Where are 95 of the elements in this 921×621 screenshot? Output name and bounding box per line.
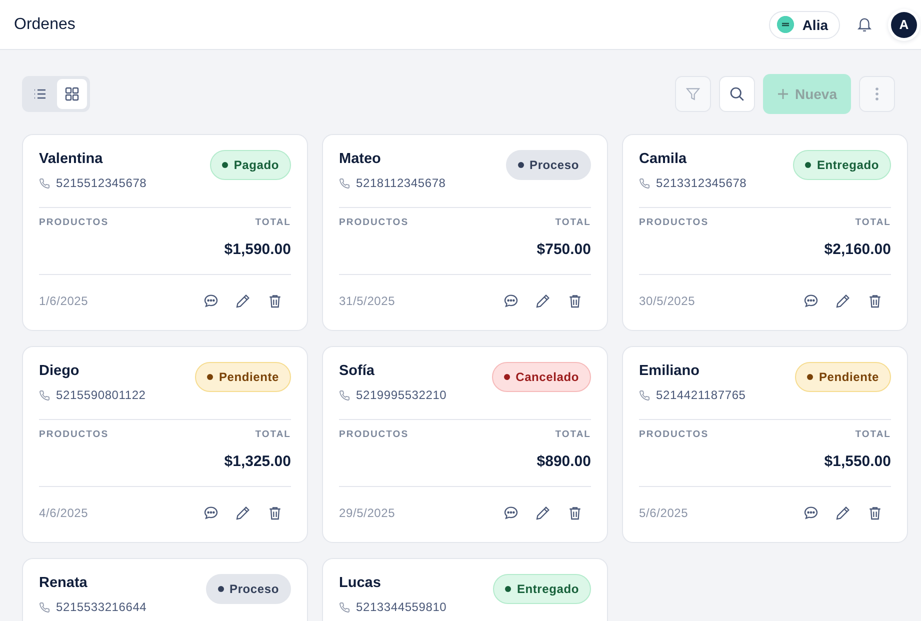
status-badge: Entregado [492, 574, 591, 604]
status-badge: Pagado [210, 150, 291, 180]
order-total: $1,590.00 [223, 241, 291, 258]
phone-number: 5218112345678 [356, 176, 446, 190]
phone-number: 5213312345678 [656, 176, 747, 190]
filter-icon [684, 86, 701, 102]
status-dot [518, 162, 524, 168]
grid-view-button[interactable] [57, 79, 87, 109]
status-badge: Proceso [506, 150, 591, 180]
order-total: $1,325.00 [223, 453, 291, 470]
speech-bubble-icon [803, 293, 819, 309]
pencil-icon [235, 293, 251, 309]
order-date: 31/5/2025 [339, 294, 396, 308]
trash-icon [867, 505, 883, 521]
speech-bubble-icon [503, 505, 519, 521]
total-label: TOTAL [555, 217, 591, 228]
total-label: TOTAL [255, 429, 291, 440]
speech-bubble-icon [203, 293, 219, 309]
workspace-button[interactable]: Alia [769, 10, 840, 38]
order-date: 29/5/2025 [339, 506, 396, 520]
order-date: 4/6/2025 [39, 506, 90, 520]
pencil-icon [835, 505, 851, 521]
phone-number: 5215590801122 [56, 388, 146, 402]
phone-number: 5215533216644 [56, 600, 147, 614]
speech-bubble-icon [803, 505, 819, 521]
phone-icon [39, 178, 50, 188]
phone-icon [39, 602, 50, 612]
status-badge: Proceso [206, 574, 291, 604]
order-total: $750.00 [536, 241, 591, 258]
page-title: Ordenes [14, 16, 76, 34]
status-dot [222, 162, 228, 168]
phone-icon [639, 390, 650, 400]
products-label: PRODUCTOS [39, 429, 109, 440]
status-dot [504, 374, 510, 380]
status-badge: Entregado [792, 150, 891, 180]
status-dot [804, 162, 811, 168]
list-icon [33, 87, 47, 101]
products-label: PRODUCTOS [339, 429, 409, 440]
total-label: TOTAL [255, 217, 291, 228]
status-badge: Pendiente [194, 362, 291, 392]
workspace-logo-icon [777, 16, 794, 33]
status-dot [806, 374, 813, 380]
customer-name: Valentina [39, 151, 104, 167]
trash-icon [267, 293, 283, 309]
speech-bubble-icon [203, 505, 219, 521]
phone-number: 5214421187765 [656, 388, 746, 402]
customer-name: Lucas [339, 575, 382, 591]
trash-icon [567, 293, 583, 309]
kebab-menu-icon [875, 87, 879, 101]
phone-number: 5219995532210 [356, 388, 447, 402]
status-dot [218, 586, 224, 592]
phone-icon [339, 602, 350, 612]
speech-bubble-icon [503, 293, 519, 309]
phone-number: 5215512345678 [56, 176, 147, 190]
total-label: TOTAL [855, 217, 891, 228]
pencil-icon [835, 293, 851, 309]
phone-icon [39, 390, 50, 400]
status-dot [504, 586, 511, 592]
customer-name: Camila [639, 151, 688, 167]
phone-icon [639, 178, 650, 188]
total-label: TOTAL [855, 429, 891, 440]
order-date: 5/6/2025 [639, 506, 690, 520]
customer-name: Sofía [339, 363, 376, 379]
products-label: PRODUCTOS [639, 429, 709, 440]
order-total: $1,550.00 [823, 453, 891, 470]
pencil-icon [535, 293, 551, 309]
status-badge: Cancelado [492, 362, 591, 392]
order-total: $2,160.00 [823, 241, 891, 258]
search-icon [728, 85, 746, 103]
products-label: PRODUCTOS [39, 217, 109, 228]
user-avatar[interactable]: A [891, 12, 917, 38]
phone-icon [339, 178, 350, 188]
order-total: $890.00 [536, 453, 591, 470]
customer-name: Mateo [339, 151, 382, 167]
search-button[interactable] [718, 76, 755, 112]
status-badge: Pendiente [794, 362, 891, 392]
plus-icon [776, 88, 789, 100]
customer-name: Renata [39, 575, 88, 591]
phone-number: 5213344559810 [356, 600, 447, 614]
grid-icon [65, 87, 79, 101]
bell-icon[interactable] [856, 16, 873, 33]
trash-icon [567, 505, 583, 521]
status-dot [206, 374, 213, 380]
products-label: PRODUCTOS [639, 217, 709, 228]
phone-icon [339, 390, 350, 400]
pencil-icon [535, 505, 551, 521]
trash-icon [267, 505, 283, 521]
order-date: 1/6/2025 [39, 294, 90, 308]
order-date: 30/5/2025 [639, 294, 696, 308]
pencil-icon [235, 505, 251, 521]
products-label: PRODUCTOS [339, 217, 409, 228]
trash-icon [867, 293, 883, 309]
customer-name: Emiliano [639, 363, 700, 379]
customer-name: Diego [39, 363, 80, 379]
total-label: TOTAL [555, 429, 591, 440]
